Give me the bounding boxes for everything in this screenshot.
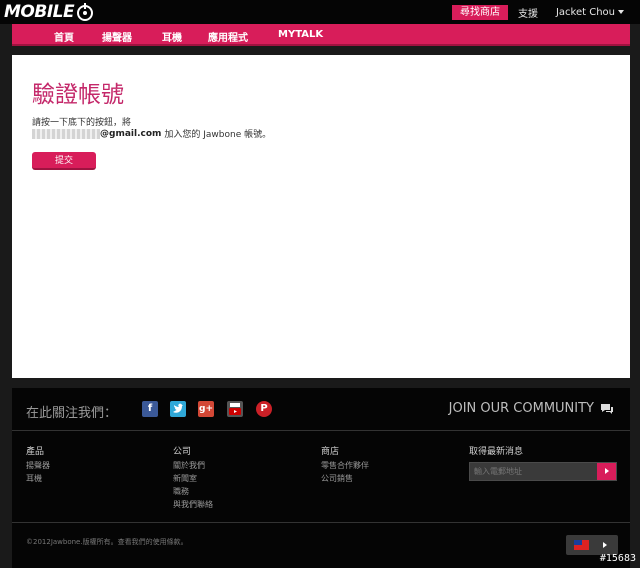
footer-heading-store: 商店 [321,447,340,457]
site-logo[interactable]: MOBILE [4,2,95,22]
community-label: JOIN OUR COMMUNITY [448,401,594,416]
youtube-icon[interactable] [227,401,243,417]
footer-heading-products: 產品 [26,447,45,457]
newsletter-form [469,462,617,481]
footer-link-about[interactable]: 關於我們 [173,460,205,471]
nav-item-apps[interactable]: 應用程式 [208,29,248,44]
footer-divider [12,430,630,431]
nav-item-speakers[interactable]: 揚聲器 [102,29,132,44]
facebook-icon[interactable]: f [142,401,158,417]
redacted-email [32,128,100,139]
copyright-text: ©2012Jawbone.版權所有。查看我們的使用條款。 [26,538,188,546]
nav-item-mytalk[interactable]: MYTALK [278,29,323,40]
footer-link-speakers[interactable]: 揚聲器 [26,460,50,471]
instruction-tail: 加入您的 Jawbone 帳號。 [164,130,272,140]
join-community-link[interactable]: JOIN OUR COMMUNITY [449,401,614,416]
footer-link-corporate-sales[interactable]: 公司銷售 [321,473,353,484]
chevron-down-icon [618,10,624,14]
footer-link-retail-partners[interactable]: 零售合作夥伴 [321,460,369,471]
google-plus-icon[interactable]: g+ [198,401,214,417]
email-line: @gmail.com 加入您的 Jawbone 帳號。 [32,127,271,140]
email-domain: @gmail.com [100,128,162,139]
language-selector[interactable] [566,535,618,555]
content-card: 驗證帳號 請按一下底下的按鈕，將 @gmail.com 加入您的 Jawbone… [12,55,630,378]
top-navigation: 尋找商店 支援 Jacket Chou [451,4,640,20]
logo-badge-icon [75,2,95,22]
footer-link-headsets[interactable]: 耳機 [26,473,42,484]
submit-button[interactable]: 提交 [32,152,96,170]
top-bar: MOBILE 尋找商店 支援 Jacket Chou [0,0,640,24]
footer-heading-company: 公司 [173,447,192,457]
nav-item-home[interactable]: 首頁 [54,29,74,44]
follow-us-label: 在此關注我們： [26,406,118,421]
footer-link-contact[interactable]: 與我們聯絡 [173,499,213,510]
taiwan-flag-icon [574,540,589,550]
chevron-right-icon [603,542,607,548]
footer-link-careers[interactable]: 職務 [173,486,189,497]
find-store-button[interactable]: 尋找商店 [451,4,508,20]
chat-bubble-icon [601,403,613,414]
footer-link-newsroom[interactable]: 新聞室 [173,473,197,484]
email-subscribe-input[interactable] [470,463,598,480]
nav-item-headsets[interactable]: 耳機 [162,29,182,44]
pinterest-icon[interactable]: P [256,401,272,417]
watermark: #15683 [599,553,636,564]
user-menu[interactable]: Jacket Chou [556,7,624,18]
footer: 在此關注我們： f g+ P JOIN OUR COMMUNITY 產品 揚聲器… [12,388,630,568]
footer-divider-bottom [12,522,630,523]
main-navigation: 首頁 揚聲器 耳機 應用程式 MYTALK [12,24,630,46]
user-name: Jacket Chou [555,6,615,18]
page-title: 驗證帳號 [32,82,124,108]
support-link[interactable]: 支援 [518,5,538,20]
logo-wordmark: MOBILE [4,2,75,22]
subscribe-arrow-button[interactable] [597,463,616,480]
footer-heading-newsletter: 取得最新消息 [469,447,524,457]
twitter-icon[interactable] [170,401,186,417]
